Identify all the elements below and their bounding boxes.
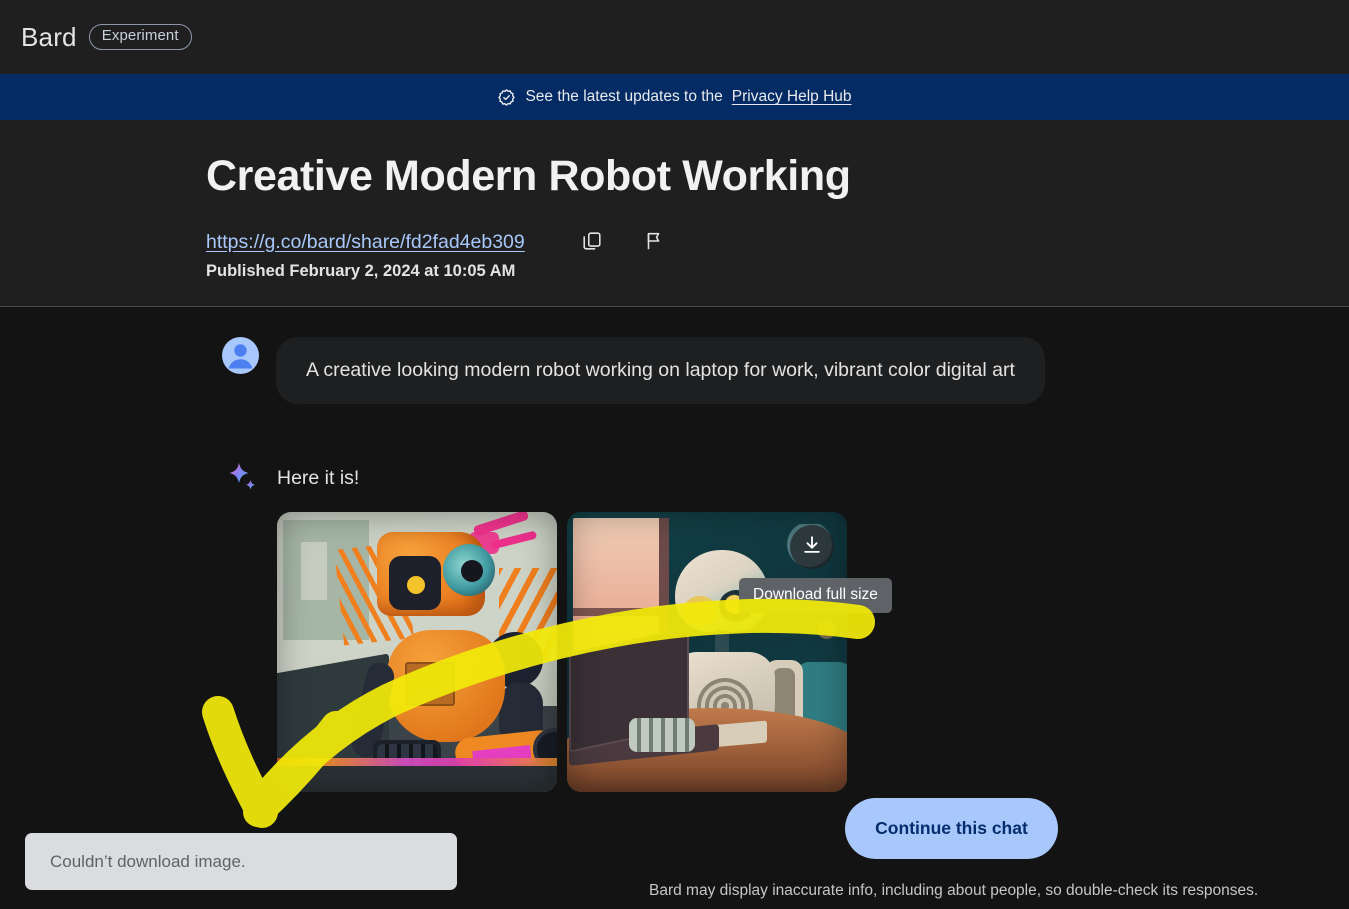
user-message: A creative looking modern robot working … <box>222 337 1045 405</box>
conversation: A creative looking modern robot working … <box>0 308 1349 909</box>
verified-badge-icon <box>497 88 516 107</box>
model-message-header: Here it is! <box>226 461 359 495</box>
generated-images <box>277 512 847 792</box>
hero-section: Creative Modern Robot Working https://g.… <box>0 120 1349 307</box>
continue-chat-button[interactable]: Continue this chat <box>845 798 1058 859</box>
generated-image-1[interactable] <box>277 512 557 792</box>
bard-sparkle-icon <box>226 461 260 495</box>
experiment-chip: Experiment <box>88 24 192 50</box>
user-prompt-text: A creative looking modern robot working … <box>276 337 1045 405</box>
published-date: Published February 2, 2024 at 10:05 AM <box>206 262 516 280</box>
privacy-help-hub-link[interactable]: Privacy Help Hub <box>732 88 852 106</box>
disclaimer-text: Bard may display inaccurate info, includ… <box>649 882 1259 899</box>
page-title: Creative Modern Robot Working <box>206 152 851 200</box>
bard-share-page: Bard Experiment See the latest updates t… <box>0 0 1349 909</box>
copy-icon <box>581 230 603 255</box>
brand[interactable]: Bard Experiment <box>21 22 192 53</box>
copy-link-button[interactable] <box>575 225 609 259</box>
download-tooltip: Download full size <box>739 578 892 613</box>
privacy-banner: See the latest updates to the Privacy He… <box>0 74 1349 120</box>
flag-icon <box>643 230 665 255</box>
toast-message: Couldn’t download image. <box>50 851 246 871</box>
share-url-link[interactable]: https://g.co/bard/share/fd2fad4eb309 <box>206 231 525 254</box>
download-icon <box>801 534 823 561</box>
model-response-text: Here it is! <box>277 466 360 489</box>
banner-text: See the latest updates to the <box>525 88 723 105</box>
brand-name: Bard <box>21 21 77 52</box>
user-avatar-icon <box>222 337 259 374</box>
download-error-toast: Couldn’t download image. <box>25 833 457 890</box>
app-bar: Bard Experiment <box>0 0 1349 74</box>
download-full-size-button[interactable] <box>790 525 834 569</box>
report-button[interactable] <box>637 225 671 259</box>
